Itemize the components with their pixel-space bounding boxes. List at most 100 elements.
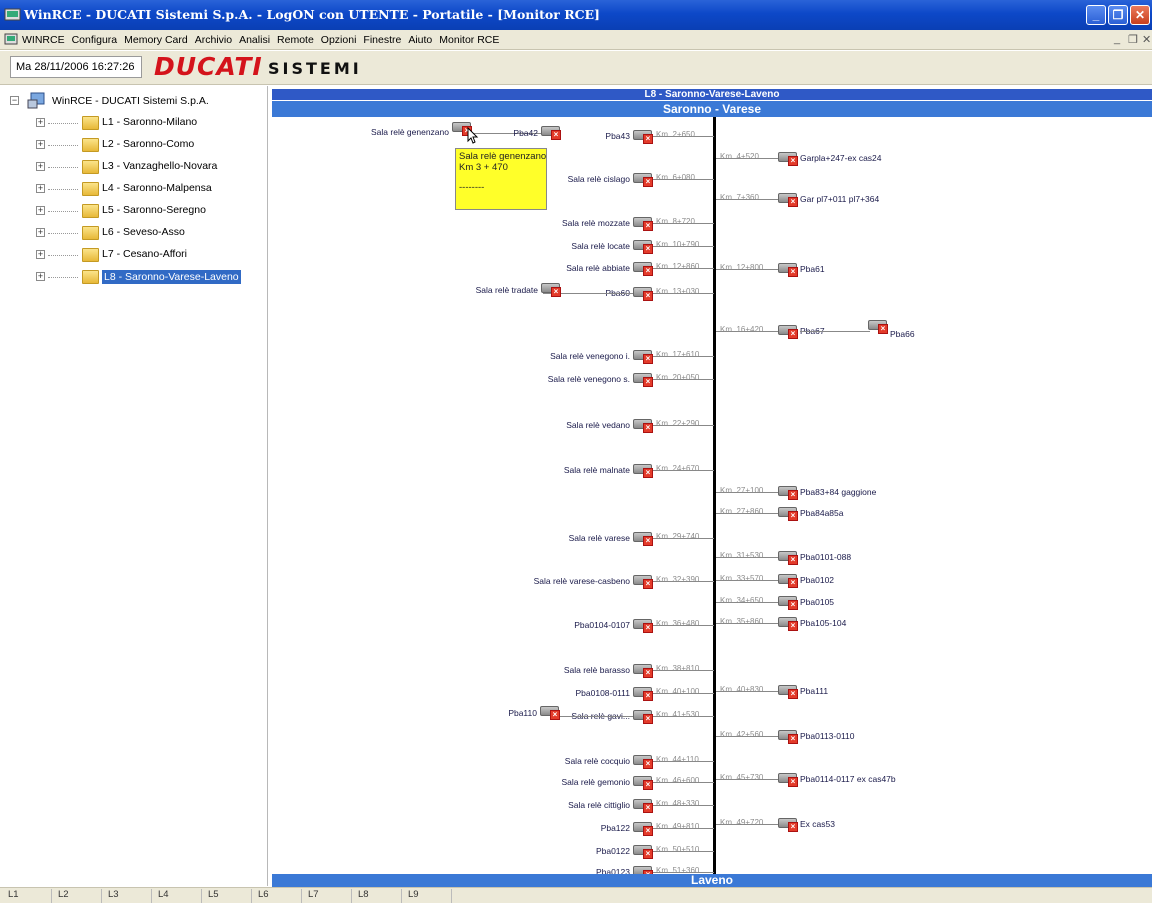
station-label[interactable]: Sala relè abbiate bbox=[566, 263, 630, 274]
station-label[interactable]: Sala relè venegono s. bbox=[548, 374, 630, 385]
station-label[interactable]: Gar pl7+011 pl7+364 bbox=[800, 194, 879, 205]
status-tab[interactable]: L3 bbox=[104, 889, 152, 903]
device-icon[interactable]: × bbox=[633, 464, 653, 478]
device-icon[interactable]: × bbox=[778, 325, 798, 339]
mdi-minimize-button[interactable]: _ bbox=[1114, 33, 1120, 45]
station-label[interactable]: Garpla+247-ex cas24 bbox=[800, 153, 882, 164]
expand-icon[interactable]: + bbox=[36, 228, 45, 237]
device-icon[interactable]: × bbox=[778, 507, 798, 521]
station-label[interactable]: Pba0122 bbox=[596, 846, 630, 857]
expand-icon[interactable]: + bbox=[36, 272, 45, 281]
menu-item-3[interactable]: Archivio bbox=[195, 34, 232, 46]
menu-item-8[interactable]: Aiuto bbox=[408, 34, 432, 46]
device-icon[interactable]: × bbox=[633, 664, 653, 678]
station-label[interactable]: Pba122 bbox=[601, 823, 630, 834]
status-tab[interactable]: L8 bbox=[354, 889, 402, 903]
device-icon[interactable]: × bbox=[778, 574, 798, 588]
restore-button[interactable]: ❐ bbox=[1108, 5, 1128, 25]
status-tab[interactable]: L5 bbox=[204, 889, 252, 903]
station-label[interactable]: Pba83+84 gaggione bbox=[800, 487, 876, 498]
station-label[interactable]: Sala relè cittiglio bbox=[568, 800, 630, 811]
device-icon[interactable]: × bbox=[778, 152, 798, 166]
status-tab[interactable]: L4 bbox=[154, 889, 202, 903]
station-label[interactable]: Pba0101-088 bbox=[800, 552, 851, 563]
menu-item-1[interactable]: Configura bbox=[72, 34, 118, 46]
status-tab[interactable]: L1 bbox=[4, 889, 52, 903]
close-button[interactable]: ✕ bbox=[1130, 5, 1150, 25]
minimize-button[interactable]: _ bbox=[1086, 5, 1106, 25]
station-label[interactable]: Sala relè mozzate bbox=[562, 218, 630, 229]
device-icon[interactable]: × bbox=[633, 419, 653, 433]
menu-item-0[interactable]: WINRCE bbox=[22, 34, 65, 46]
station-label[interactable]: Pba0102 bbox=[800, 575, 834, 586]
station-label[interactable]: Pba0104-0107 bbox=[574, 620, 630, 631]
tree-item[interactable]: + L2 - Saronno-Como bbox=[0, 135, 266, 155]
mdi-restore-button[interactable]: ❐ bbox=[1128, 33, 1138, 46]
station-label[interactable]: Pba84a85a bbox=[800, 508, 844, 519]
expand-icon[interactable]: + bbox=[36, 206, 45, 215]
station-label[interactable]: Pba110 bbox=[508, 708, 537, 719]
status-tab[interactable]: L9 bbox=[404, 889, 452, 903]
tree-item[interactable]: + L8 - Saronno-Varese-Laveno bbox=[0, 267, 266, 287]
station-label[interactable]: Pba111 bbox=[800, 686, 828, 697]
expand-icon[interactable]: + bbox=[36, 118, 45, 127]
device-icon[interactable]: × bbox=[778, 596, 798, 610]
device-icon[interactable]: × bbox=[778, 773, 798, 787]
device-icon[interactable]: × bbox=[633, 350, 653, 364]
station-label[interactable]: Pba43 bbox=[605, 131, 630, 142]
station-label[interactable]: Pba0114-0117 ex cas47b bbox=[800, 774, 896, 785]
device-icon[interactable]: × bbox=[778, 818, 798, 832]
menu-item-6[interactable]: Opzioni bbox=[321, 34, 357, 46]
menu-item-5[interactable]: Remote bbox=[277, 34, 314, 46]
device-icon[interactable]: × bbox=[540, 706, 560, 720]
device-icon[interactable]: × bbox=[633, 532, 653, 546]
device-icon[interactable]: × bbox=[633, 687, 653, 701]
station-label[interactable]: Sala relè cocquio bbox=[565, 756, 630, 767]
device-icon[interactable]: × bbox=[633, 173, 653, 187]
device-icon[interactable]: × bbox=[541, 283, 561, 297]
mdi-close-button[interactable]: ✕ bbox=[1142, 33, 1151, 46]
device-icon[interactable]: × bbox=[778, 263, 798, 277]
status-tab[interactable]: L6 bbox=[254, 889, 302, 903]
station-label[interactable]: Pba0113-0110 bbox=[800, 731, 855, 742]
status-tab[interactable]: L2 bbox=[54, 889, 102, 903]
device-icon[interactable]: × bbox=[868, 320, 888, 334]
device-icon[interactable]: × bbox=[778, 685, 798, 699]
expand-icon[interactable]: + bbox=[36, 250, 45, 259]
station-label[interactable]: Sala relè varese-casbeno bbox=[534, 576, 630, 587]
device-icon[interactable]: × bbox=[633, 575, 653, 589]
device-icon[interactable]: × bbox=[633, 287, 653, 301]
menu-item-4[interactable]: Analisi bbox=[239, 34, 270, 46]
station-label[interactable]: Sala relè tradate bbox=[476, 285, 538, 296]
device-icon[interactable]: × bbox=[633, 710, 653, 724]
device-icon[interactable]: × bbox=[633, 755, 653, 769]
device-icon[interactable]: × bbox=[778, 617, 798, 631]
menu-item-9[interactable]: Monitor RCE bbox=[439, 34, 499, 46]
station-label[interactable]: Sala relè venegono i. bbox=[550, 351, 630, 362]
tree-item[interactable]: + L3 - Vanzaghello-Novara bbox=[0, 157, 266, 177]
station-label[interactable]: Sala relè cislago bbox=[568, 174, 630, 185]
station-label[interactable]: Sala relè locate bbox=[571, 241, 630, 252]
station-label[interactable]: Ex cas53 bbox=[800, 819, 835, 830]
device-icon[interactable]: × bbox=[633, 130, 653, 144]
station-label[interactable]: Pba42 bbox=[513, 128, 538, 139]
device-icon[interactable]: × bbox=[633, 799, 653, 813]
expand-icon[interactable]: + bbox=[36, 162, 45, 171]
station-label[interactable]: Pba0108-0111 bbox=[575, 688, 630, 699]
station-label[interactable]: Pba66 bbox=[890, 329, 915, 340]
device-icon[interactable]: × bbox=[633, 619, 653, 633]
collapse-icon[interactable]: − bbox=[10, 96, 19, 105]
device-icon[interactable]: × bbox=[633, 373, 653, 387]
station-label[interactable]: Pba61 bbox=[800, 264, 825, 275]
station-label[interactable]: Sala relè malnate bbox=[564, 465, 630, 476]
tree-item[interactable]: + L7 - Cesano-Affori bbox=[0, 245, 266, 265]
tree-item[interactable]: + L4 - Saronno-Malpensa bbox=[0, 179, 266, 199]
station-label[interactable]: Pba0105 bbox=[800, 597, 834, 608]
expand-icon[interactable]: + bbox=[36, 184, 45, 193]
tree-item[interactable]: + L5 - Saronno-Seregno bbox=[0, 201, 266, 221]
device-icon[interactable]: × bbox=[633, 240, 653, 254]
expand-icon[interactable]: + bbox=[36, 140, 45, 149]
menu-item-7[interactable]: Finestre bbox=[363, 34, 401, 46]
station-label[interactable]: Pba105-104 bbox=[800, 618, 846, 629]
menu-item-2[interactable]: Memory Card bbox=[124, 34, 188, 46]
